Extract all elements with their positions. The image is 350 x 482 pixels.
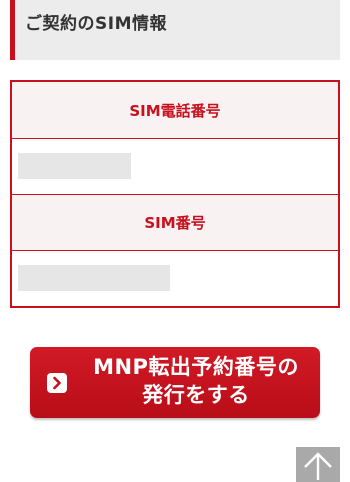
sim-info-page: ご契約のSIM情報 SIM電話番号 SIM番号 MNP転出予約番号の 発行をする [0, 0, 350, 482]
sim-info-table: SIM電話番号 SIM番号 [10, 80, 340, 308]
chevron-right-icon [47, 373, 67, 393]
sim-number-label: SIM番号 [144, 214, 206, 232]
page-top-button[interactable] [296, 447, 340, 482]
mnp-button-label: MNP転出予約番号の 発行をする [82, 353, 310, 409]
phone-number-label-row: SIM電話番号 [12, 82, 338, 138]
mnp-reservation-issue-button[interactable]: MNP転出予約番号の 発行をする [30, 347, 320, 418]
arrow-up-icon [304, 452, 332, 480]
accent-bar [10, 0, 15, 60]
mnp-button-label-line1: MNP転出予約番号の [93, 355, 299, 379]
phone-number-label: SIM電話番号 [129, 101, 221, 120]
phone-number-value [18, 153, 131, 179]
sim-number-value [18, 265, 170, 291]
sim-number-value-row [12, 250, 338, 306]
mnp-button-label-line2: 発行をする [142, 383, 250, 407]
phone-number-value-row [12, 138, 338, 194]
section-header: ご契約のSIM情報 [10, 0, 340, 60]
sim-number-label-row: SIM番号 [12, 194, 338, 250]
section-title: ご契約のSIM情報 [25, 14, 167, 34]
